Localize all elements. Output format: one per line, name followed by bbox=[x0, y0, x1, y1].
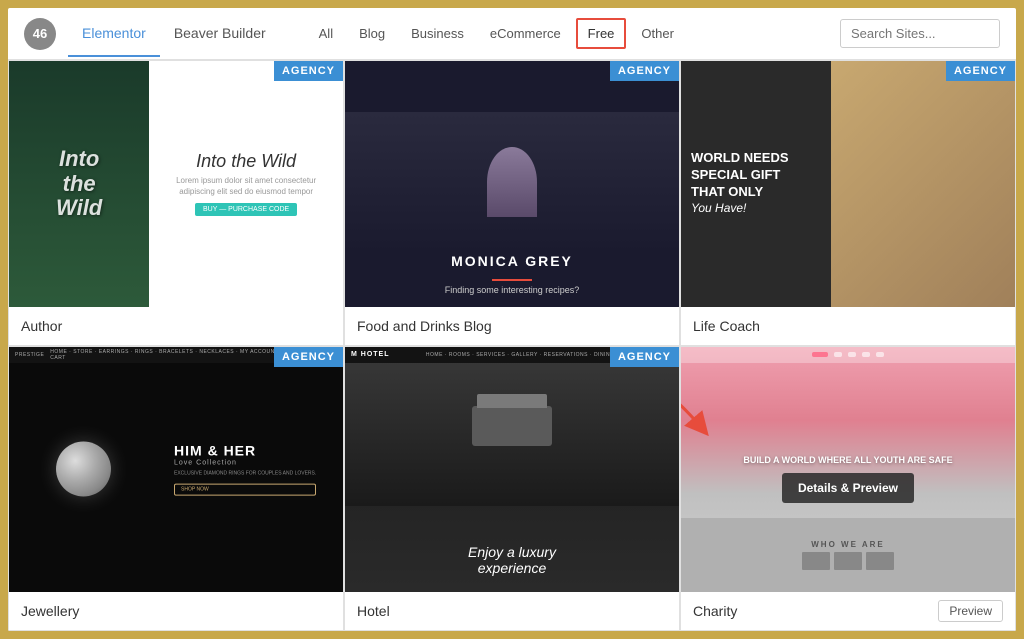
charity-logo-dot bbox=[812, 352, 828, 357]
card-hotel-label: Hotel bbox=[345, 592, 679, 630]
template-count: 46 bbox=[24, 18, 56, 50]
author-left-panel: IntotheWild bbox=[9, 61, 149, 307]
charity-bg: BUILD A WORLD WHERE ALL YOUTH ARE SAFE D… bbox=[681, 347, 1015, 593]
jewel-nav-links: HOME · STORE · EARRINGS · RINGS · BRACEL… bbox=[50, 349, 286, 361]
filter-blog[interactable]: Blog bbox=[348, 19, 396, 48]
filter-ecommerce[interactable]: eCommerce bbox=[479, 19, 572, 48]
life-coach-photo bbox=[831, 61, 1015, 307]
card-charity-image[interactable]: BUILD A WORLD WHERE ALL YOUTH ARE SAFE D… bbox=[681, 347, 1015, 593]
life-coach-text: WORLD NEEDSSPECIAL GIFTTHAT ONLY You Hav… bbox=[691, 150, 858, 218]
charity-nav-item3 bbox=[862, 352, 870, 357]
jewel-bg: PRESTIGE HOME · STORE · EARRINGS · RINGS… bbox=[9, 347, 343, 593]
charity-nav-item1 bbox=[834, 352, 842, 357]
hotel-logo: M HOTEL bbox=[351, 351, 390, 358]
card-hotel-image[interactable]: AGENCY M HOTEL HOME · ROOMS · SERVICES ·… bbox=[345, 347, 679, 593]
filter-free[interactable]: Free bbox=[576, 18, 627, 49]
charity-preview-button[interactable]: Preview bbox=[938, 600, 1003, 622]
card-jewellery: AGENCY PRESTIGE HOME · STORE · EARRINGS … bbox=[8, 346, 344, 632]
card-jewel-badge: AGENCY bbox=[274, 347, 343, 367]
food-divider bbox=[492, 279, 532, 281]
hotel-room-image: M HOTEL HOME · ROOMS · SERVICES · GALLER… bbox=[345, 347, 679, 507]
charity-thumb-2 bbox=[834, 552, 862, 570]
author-right-panel: Into the Wild Lorem ipsum dolor sit amet… bbox=[149, 61, 343, 307]
charity-nav bbox=[681, 347, 1015, 363]
author-description: Lorem ipsum dolor sit amet consectetur a… bbox=[157, 176, 335, 197]
jewel-subtitle: Love Collection bbox=[174, 460, 316, 467]
search-input[interactable] bbox=[840, 19, 1000, 48]
food-recipe-text: Finding some interesting recipes? bbox=[445, 285, 580, 295]
life-bg: WORLD NEEDSSPECIAL GIFTTHAT ONLY You Hav… bbox=[681, 61, 1015, 307]
card-author: AGENCY IntotheWild Into the Wild Lorem i… bbox=[8, 60, 344, 346]
card-life-badge: AGENCY bbox=[946, 61, 1015, 81]
jewel-title: HIM & HER bbox=[174, 443, 316, 460]
templates-grid: AGENCY IntotheWild Into the Wild Lorem i… bbox=[8, 60, 1016, 631]
card-food-badge: AGENCY bbox=[610, 61, 679, 81]
tab-beaver-builder[interactable]: Beaver Builder bbox=[160, 11, 280, 57]
card-hotel-title: Hotel bbox=[357, 603, 390, 619]
card-life-coach: AGENCY WORLD NEEDSSPECIAL GIFTTHAT ONLY … bbox=[680, 60, 1016, 346]
card-charity-label: Charity Preview bbox=[681, 592, 1015, 630]
life-coach-cursive: You Have! bbox=[691, 202, 746, 216]
charity-thumb-1 bbox=[802, 552, 830, 570]
tab-elementor[interactable]: Elementor bbox=[68, 11, 160, 57]
jewel-cta: SHOP NOW bbox=[174, 484, 316, 496]
card-charity: BUILD A WORLD WHERE ALL YOUTH ARE SAFE D… bbox=[680, 346, 1016, 632]
card-life-label: Life Coach bbox=[681, 307, 1015, 345]
hotel-bed-icon bbox=[472, 406, 552, 446]
card-life-image[interactable]: AGENCY WORLD NEEDSSPECIAL GIFTTHAT ONLY … bbox=[681, 61, 1015, 307]
card-jewel-label: Jewellery bbox=[9, 592, 343, 630]
filter-other[interactable]: Other bbox=[630, 19, 685, 48]
card-jewel-image[interactable]: AGENCY PRESTIGE HOME · STORE · EARRINGS … bbox=[9, 347, 343, 593]
card-hotel-badge: AGENCY bbox=[610, 347, 679, 367]
jewel-brand-name: PRESTIGE bbox=[15, 352, 44, 358]
card-food: AGENCY MONICA GREY Finding some interest… bbox=[344, 60, 680, 346]
author-bg: IntotheWild Into the Wild Lorem ipsum do… bbox=[9, 61, 343, 307]
card-jewel-title: Jewellery bbox=[21, 603, 79, 619]
author-cta-btn: BUY — PURCHASE CODE bbox=[195, 203, 297, 216]
food-hero bbox=[345, 112, 679, 252]
header: 46 Elementor Beaver Builder All Blog Bus… bbox=[8, 8, 1016, 60]
charity-who-we-are: WHO WE ARE bbox=[811, 540, 884, 549]
hotel-bg: M HOTEL HOME · ROOMS · SERVICES · GALLER… bbox=[345, 347, 679, 593]
food-bg: MONICA GREY Finding some interesting rec… bbox=[345, 61, 679, 307]
hotel-tagline: Enjoy a luxuryexperience bbox=[468, 544, 556, 576]
main-container: 46 Elementor Beaver Builder All Blog Bus… bbox=[8, 8, 1016, 631]
jewel-description: EXCLUSIVE DIAMOND RINGS FOR COUPLES AND … bbox=[174, 471, 316, 478]
charity-thumbnails bbox=[802, 552, 894, 570]
card-hotel: AGENCY M HOTEL HOME · ROOMS · SERVICES ·… bbox=[344, 346, 680, 632]
jewel-text-block: HIM & HER Love Collection EXCLUSIVE DIAM… bbox=[174, 443, 316, 496]
food-name: MONICA GREY bbox=[451, 253, 573, 269]
filter-all[interactable]: All bbox=[308, 19, 344, 48]
card-life-title: Life Coach bbox=[693, 318, 760, 334]
filter-business[interactable]: Business bbox=[400, 19, 475, 48]
charity-details-preview-btn[interactable]: Details & Preview bbox=[782, 473, 914, 503]
builder-tabs: Elementor Beaver Builder bbox=[68, 11, 280, 57]
jewel-ring-image bbox=[56, 442, 111, 497]
card-author-label: Author bbox=[9, 307, 343, 345]
charity-tagline: BUILD A WORLD WHERE ALL YOUTH ARE SAFE bbox=[735, 451, 960, 469]
food-person-silhouette bbox=[487, 147, 537, 217]
charity-nav-item2 bbox=[848, 352, 856, 357]
card-author-title: Author bbox=[21, 318, 62, 334]
card-food-label: Food and Drinks Blog bbox=[345, 307, 679, 345]
charity-bottom-section: WHO WE ARE bbox=[681, 518, 1015, 592]
charity-thumb-3 bbox=[866, 552, 894, 570]
card-author-image[interactable]: AGENCY IntotheWild Into the Wild Lorem i… bbox=[9, 61, 343, 307]
author-wild-text: IntotheWild bbox=[56, 147, 102, 220]
card-food-title: Food and Drinks Blog bbox=[357, 318, 492, 334]
author-into-wild-title: Into the Wild bbox=[196, 151, 296, 172]
card-food-image[interactable]: AGENCY MONICA GREY Finding some interest… bbox=[345, 61, 679, 307]
card-author-badge: AGENCY bbox=[274, 61, 343, 81]
card-charity-title: Charity bbox=[693, 603, 737, 619]
filter-tabs: All Blog Business eCommerce Free Other bbox=[308, 18, 840, 49]
charity-nav-item4 bbox=[876, 352, 884, 357]
